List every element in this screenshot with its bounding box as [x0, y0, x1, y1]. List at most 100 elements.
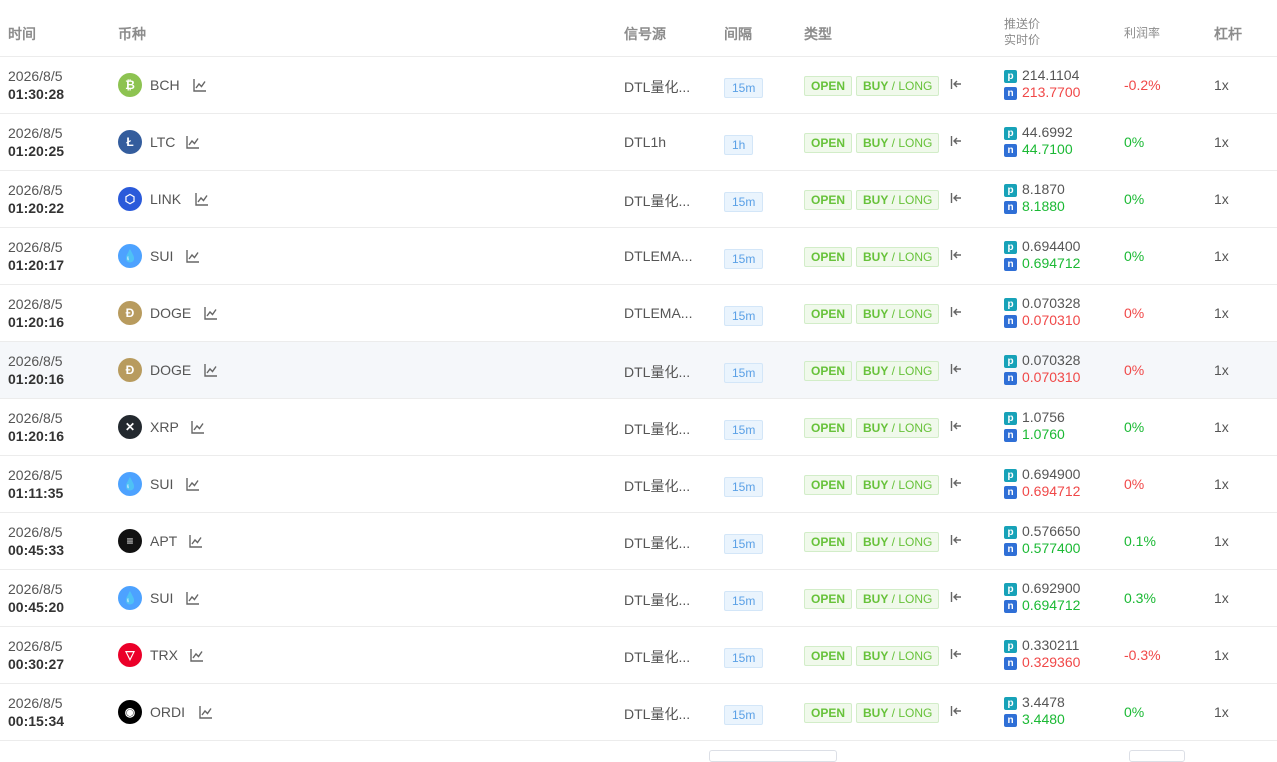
- signal-time: 01:30:28: [8, 86, 65, 102]
- close-position-icon[interactable]: [950, 590, 962, 604]
- coin-name[interactable]: BCH: [150, 77, 180, 93]
- close-position-icon[interactable]: [950, 191, 962, 205]
- push-price: 0.692900: [1022, 580, 1081, 596]
- chart-icon[interactable]: [193, 78, 207, 92]
- real-price: 0.694712: [1022, 483, 1081, 499]
- leverage: 1x: [1214, 248, 1229, 264]
- real-price-badge: n: [1004, 144, 1017, 157]
- coin-name[interactable]: SUI: [150, 590, 173, 606]
- chart-icon[interactable]: [204, 306, 218, 320]
- signal-time: 01:20:17: [8, 257, 65, 273]
- interval-badge: 15m: [724, 306, 764, 326]
- header-time[interactable]: 时间: [8, 24, 36, 44]
- coin-name[interactable]: LINK: [150, 191, 181, 207]
- chart-icon[interactable]: [204, 363, 218, 377]
- chart-icon[interactable]: [186, 477, 200, 491]
- header-price[interactable]: 推送价 实时价: [1004, 16, 1040, 48]
- close-position-icon[interactable]: [950, 134, 962, 148]
- header-interval[interactable]: 间隔: [724, 24, 752, 44]
- close-position-icon[interactable]: [950, 248, 962, 262]
- signal-time: 00:30:27: [8, 656, 65, 672]
- page-size-select[interactable]: [1129, 750, 1185, 762]
- push-price-badge: p: [1004, 640, 1017, 653]
- status-badge: OPEN: [804, 703, 853, 723]
- signal-source: DTL量化...: [624, 79, 691, 95]
- direction-label: LONG: [898, 79, 933, 93]
- push-price-badge: p: [1004, 412, 1017, 425]
- real-price: 8.1880: [1022, 198, 1065, 214]
- close-position-icon[interactable]: [950, 647, 962, 661]
- coin-name[interactable]: ORDI: [150, 704, 185, 720]
- push-price-badge: p: [1004, 298, 1017, 311]
- close-position-icon[interactable]: [950, 704, 962, 718]
- sui-icon: 💧: [118, 244, 142, 268]
- push-price: 214.1104: [1022, 67, 1080, 83]
- status-badge: OPEN: [804, 361, 853, 381]
- side-label: BUY: [863, 250, 889, 264]
- leverage: 1x: [1214, 533, 1229, 549]
- close-position-icon[interactable]: [950, 362, 962, 376]
- table-row: 2026/8/5 01:30:28 ₿ BCH DTL量化... 15m OPEN BUY /…: [0, 57, 1277, 114]
- push-price-badge: p: [1004, 184, 1017, 197]
- profit-rate: 0.1%: [1124, 533, 1156, 549]
- direction-label: LONG: [898, 535, 933, 549]
- coin-name[interactable]: SUI: [150, 248, 173, 264]
- push-price-badge: p: [1004, 127, 1017, 140]
- side-label: BUY: [863, 649, 889, 663]
- signal-date: 2026/8/5: [8, 695, 63, 711]
- real-price: 1.0760: [1022, 426, 1065, 442]
- chart-icon[interactable]: [190, 648, 204, 662]
- push-price: 0.070328: [1022, 295, 1081, 311]
- pagination[interactable]: [709, 750, 837, 762]
- interval-badge: 1h: [724, 135, 754, 155]
- direction-label: LONG: [898, 421, 933, 435]
- real-price: 0.329360: [1022, 654, 1081, 670]
- chart-icon[interactable]: [195, 192, 209, 206]
- direction-label: LONG: [898, 364, 933, 378]
- coin-name[interactable]: SUI: [150, 476, 173, 492]
- header-leverage[interactable]: 杠杆: [1214, 24, 1242, 44]
- close-position-icon[interactable]: [950, 305, 962, 319]
- coin-name[interactable]: APT: [150, 533, 177, 549]
- chart-icon[interactable]: [191, 420, 205, 434]
- coin-name[interactable]: TRX: [150, 647, 178, 663]
- leverage: 1x: [1214, 419, 1229, 435]
- side-badge: BUY / LONG: [856, 190, 940, 210]
- side-badge: BUY / LONG: [856, 361, 940, 381]
- chart-icon[interactable]: [189, 534, 203, 548]
- close-position-icon[interactable]: [950, 476, 962, 490]
- leverage: 1x: [1214, 191, 1229, 207]
- real-price-badge: n: [1004, 87, 1017, 100]
- profit-rate: 0.3%: [1124, 590, 1156, 606]
- push-price: 3.4478: [1022, 694, 1065, 710]
- chart-icon[interactable]: [186, 135, 200, 149]
- side-label: BUY: [863, 592, 889, 606]
- header-source[interactable]: 信号源: [624, 24, 666, 44]
- header-type[interactable]: 类型: [804, 24, 832, 44]
- dogecoin-icon: Ð: [118, 301, 142, 325]
- real-price: 213.7700: [1022, 84, 1081, 100]
- side-badge: BUY / LONG: [856, 304, 940, 324]
- close-position-icon[interactable]: [950, 419, 962, 433]
- signal-source: DTL量化...: [624, 649, 691, 665]
- status-badge: OPEN: [804, 646, 853, 666]
- signal-date: 2026/8/5: [8, 524, 63, 540]
- close-position-icon[interactable]: [950, 533, 962, 547]
- side-label: BUY: [863, 136, 889, 150]
- header-coin[interactable]: 币种: [118, 24, 146, 44]
- side-badge: BUY / LONG: [856, 133, 940, 153]
- close-position-icon[interactable]: [950, 77, 962, 91]
- coin-name[interactable]: LTC: [150, 134, 175, 150]
- header-profit[interactable]: 利润率: [1124, 24, 1160, 41]
- chart-icon[interactable]: [199, 705, 213, 719]
- coin-name[interactable]: DOGE: [150, 305, 191, 321]
- coin-name[interactable]: DOGE: [150, 362, 191, 378]
- chart-icon[interactable]: [186, 249, 200, 263]
- table-row: 2026/8/5 01:20:25 Ł LTC DTL1h 1h OPEN BUY / LON…: [0, 114, 1277, 171]
- side-badge: BUY / LONG: [856, 247, 940, 267]
- table-row: 2026/8/5 01:11:35 💧 SUI DTL量化... 15m OPEN BUY /…: [0, 456, 1277, 513]
- signal-time: 01:20:25: [8, 143, 65, 159]
- coin-name[interactable]: XRP: [150, 419, 179, 435]
- signal-time: 01:20:16: [8, 428, 65, 444]
- chart-icon[interactable]: [186, 591, 200, 605]
